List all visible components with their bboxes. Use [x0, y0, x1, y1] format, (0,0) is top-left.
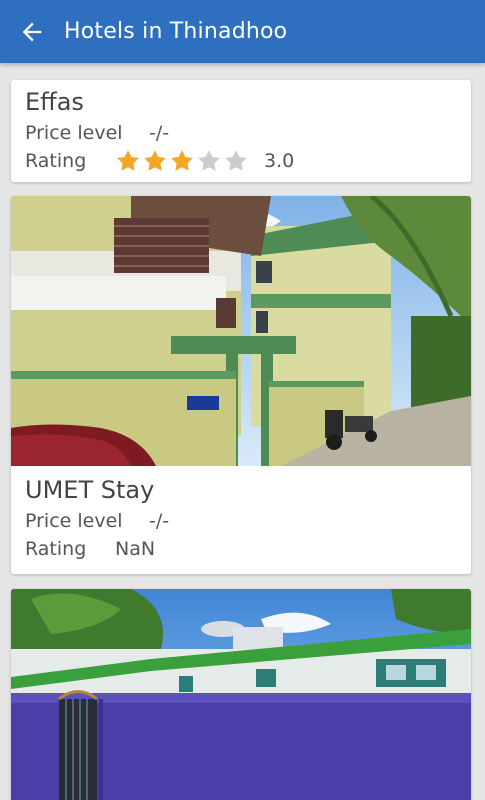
star-filled-icon — [144, 150, 166, 171]
rating-stars — [115, 148, 250, 174]
hotel-name: Effas — [25, 88, 84, 116]
star-empty-icon — [225, 150, 247, 171]
hotel-card-umet-stay[interactable]: UMET Stay Price level -/- Rating NaN — [11, 196, 471, 574]
star-filled-icon — [171, 150, 193, 171]
rating-value: 3.0 — [264, 150, 295, 172]
price-row: Price level -/- — [25, 122, 471, 144]
hotel-photo — [11, 589, 471, 800]
back-button[interactable] — [0, 0, 64, 63]
rating-value: NaN — [115, 538, 156, 560]
rating-label: Rating — [25, 150, 87, 172]
arrow-left-icon — [22, 22, 42, 41]
price-label: Price level — [25, 122, 123, 144]
hotel-photo — [11, 196, 471, 466]
page-title: Hotels in Thinadhoo — [64, 19, 288, 44]
hotel-name: UMET Stay — [25, 476, 155, 504]
hotel-card-3[interactable] — [11, 589, 471, 800]
hotel-list[interactable]: Effas Price level -/- Rating 3.0 UMET St… — [0, 63, 485, 800]
hotel-card-effas[interactable]: Effas Price level -/- Rating 3.0 — [11, 80, 471, 182]
price-label: Price level — [25, 510, 123, 532]
app-bar: Hotels in Thinadhoo — [0, 0, 485, 63]
rating-row: Rating NaN — [25, 538, 471, 560]
rating-label: Rating — [25, 538, 87, 560]
star-filled-icon — [117, 150, 139, 171]
rating-row: Rating 3.0 — [25, 148, 471, 174]
price-row: Price level -/- — [25, 510, 471, 532]
price-value: -/- — [149, 122, 170, 144]
price-value: -/- — [149, 510, 170, 532]
star-empty-icon — [198, 150, 220, 171]
